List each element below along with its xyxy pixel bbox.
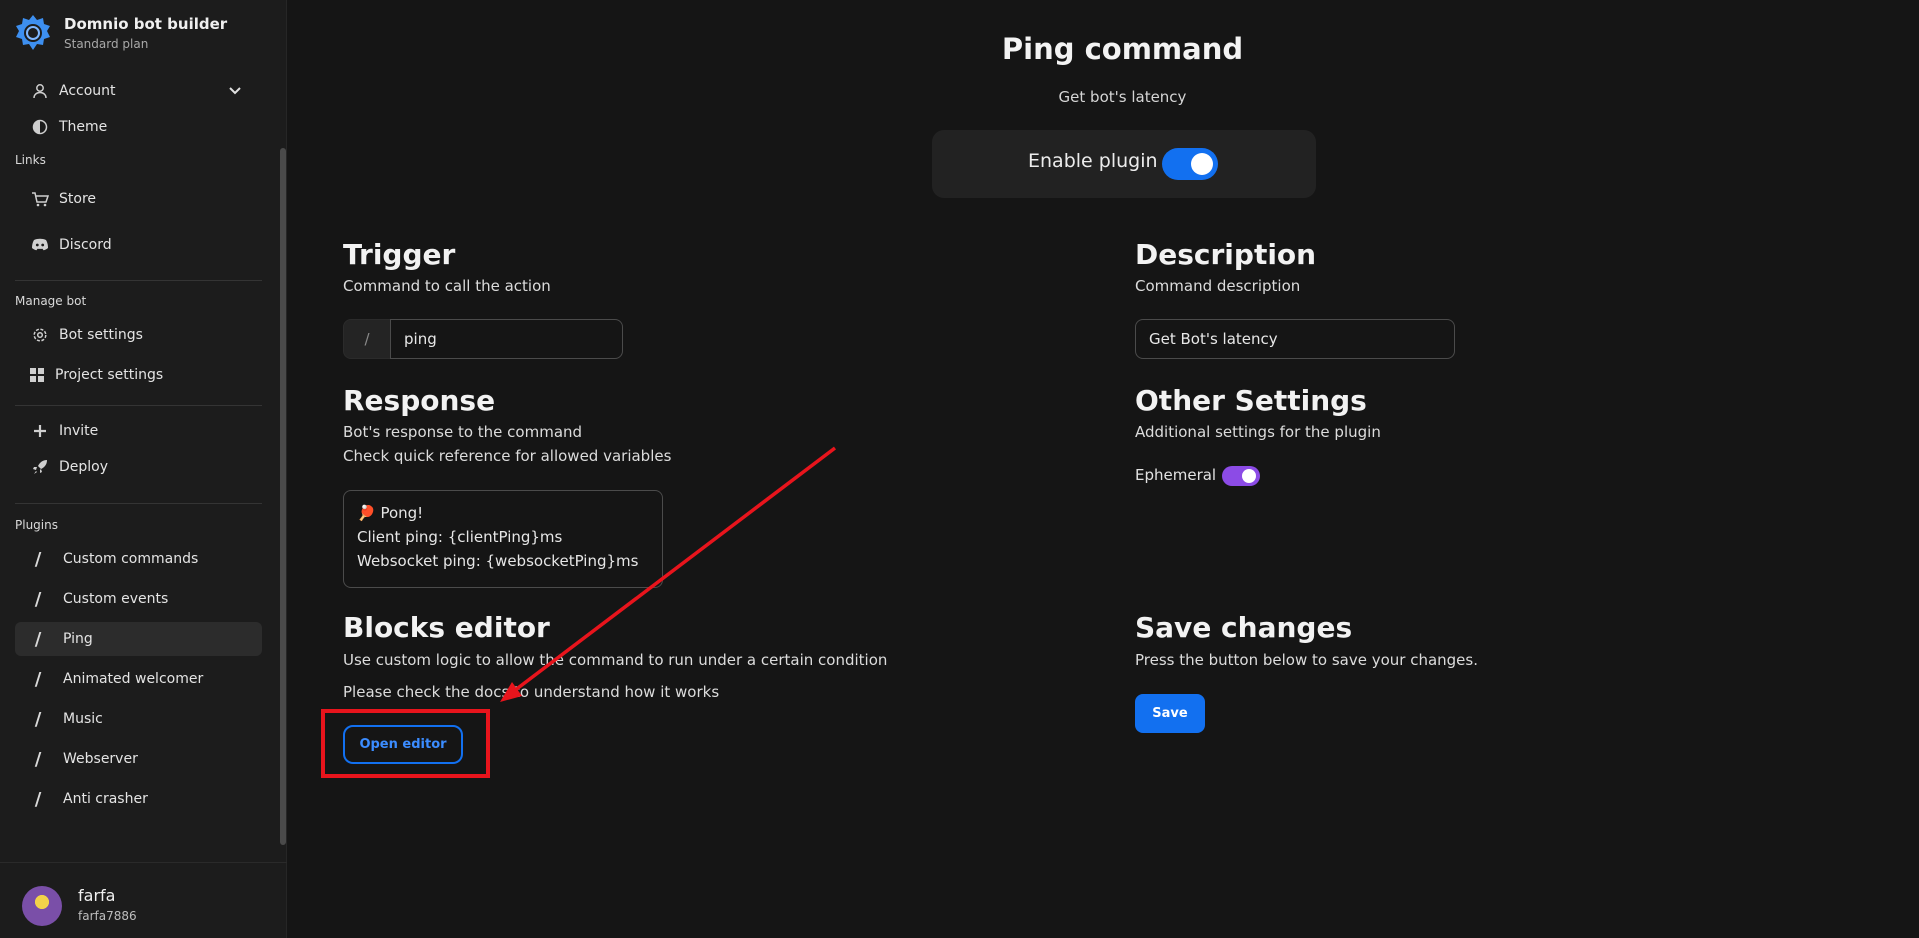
toggle-knob [1191,153,1213,175]
sidebar-item-label: Ping [63,631,93,647]
section-links: Links [15,153,46,167]
save-button[interactable]: Save [1135,694,1205,733]
annotation-highlight-box [321,709,490,778]
page-title: Ping command [1001,32,1244,66]
sidebar-item-custom-commands[interactable]: / Custom commands [15,542,262,576]
sidebar-item-label: Bot settings [59,327,143,343]
ephemeral-label: Ephemeral [1135,466,1217,484]
sidebar-item-store[interactable]: Store [15,182,262,216]
sidebar-item-label: Invite [59,423,99,439]
sidebar-item-webserver[interactable]: / Webserver [15,742,262,776]
slash-icon: / [34,708,42,730]
sidebar-item-label: Webserver [63,751,138,767]
sidebar-item-deploy[interactable]: Deploy [15,450,262,484]
trigger-prefix: / [343,319,391,359]
sidebar-item-project-settings[interactable]: Project settings [15,358,262,392]
response-line: Client ping: {clientPing}ms [357,528,563,546]
trigger-input[interactable]: ping [390,319,623,359]
sidebar-item-label: Project settings [55,367,164,383]
user-name: farfa [78,886,116,905]
blocks-editor-title: Blocks editor [343,611,550,644]
sidebar-item-label: Store [59,191,97,207]
gear-icon [31,326,49,344]
sidebar-item-label: Custom events [63,591,169,607]
sidebar-item-anti-crasher[interactable]: / Anti crasher [15,782,262,816]
description-title: Description [1135,238,1317,271]
rocket-icon [31,458,49,476]
slash-icon: / [34,788,42,810]
grid-icon [28,366,46,384]
response-reference-link[interactable]: Check quick reference for allowed variab… [343,447,671,465]
section-manage-bot: Manage bot [15,294,87,308]
response-textarea[interactable]: 🏓 Pong! Client ping: {clientPing}ms Webs… [343,490,663,588]
plus-icon [31,422,49,440]
sidebar-item-music[interactable]: / Music [15,702,262,736]
slash-icon: / [34,668,42,690]
divider [15,280,262,281]
sidebar-item-discord[interactable]: Discord [15,228,262,262]
trigger-title: Trigger [343,238,456,271]
sidebar-item-theme[interactable]: Theme [15,110,262,144]
discord-icon [31,236,49,254]
blocks-editor-docs-link[interactable]: Please check the docs to understand how … [343,683,719,701]
save-changes-title: Save changes [1135,611,1353,644]
save-changes-desc: Press the button below to save your chan… [1135,651,1478,669]
slash-icon: / [34,588,42,610]
divider [15,405,262,406]
sidebar-item-label: Music [63,711,103,727]
slash-icon: / [34,628,42,650]
section-plugins: Plugins [15,518,58,532]
sidebar-item-label: Theme [59,119,108,135]
sidebar-item-bot-settings[interactable]: Bot settings [15,318,262,352]
sidebar-item-invite[interactable]: Invite [15,414,262,448]
other-settings-title: Other Settings [1135,384,1367,417]
divider [15,503,262,504]
description-input[interactable]: Get Bot's latency [1135,319,1455,359]
cart-icon [31,190,49,208]
toggle-knob [1242,469,1256,483]
sidebar-item-label: Anti crasher [63,791,148,807]
response-title: Response [343,384,496,417]
enable-plugin-label: Enable plugin [1028,150,1158,172]
ephemeral-toggle[interactable] [1222,466,1260,486]
sidebar-item-label: Deploy [59,459,109,475]
sidebar-item-label: Animated welcomer [63,671,204,687]
sidebar-item-ping[interactable]: / Ping [15,622,262,656]
blocks-editor-desc: Use custom logic to allow the command to… [343,651,888,669]
user-tag: farfa7886 [78,909,137,923]
response-line: Websocket ping: {websocketPing}ms [357,552,639,570]
brand-title: Domnio bot builder [64,15,228,33]
description-desc: Command description [1135,277,1301,295]
avatar[interactable] [22,886,62,926]
sidebar-scrollbar[interactable] [280,148,286,845]
response-line: 🏓 Pong! [357,504,424,522]
trigger-desc: Command to call the action [343,277,551,295]
sidebar-item-label: Custom commands [63,551,199,567]
slash-icon: / [34,548,42,570]
slash-icon: / [34,748,42,770]
page-subtitle: Get bot's latency [1058,88,1187,106]
sidebar: Domnio bot builder Standard plan Account… [0,0,287,938]
half-circle-icon [31,118,49,136]
sidebar-item-animated-welcomer[interactable]: / Animated welcomer [15,662,262,696]
enable-plugin-card: Enable plugin [932,130,1316,198]
response-desc: Bot's response to the command [343,423,583,441]
sidebar-item-label: Discord [59,237,112,253]
other-settings-desc: Additional settings for the plugin [1135,423,1381,441]
enable-plugin-toggle[interactable] [1162,148,1218,180]
sidebar-item-custom-events[interactable]: / Custom events [15,582,262,616]
